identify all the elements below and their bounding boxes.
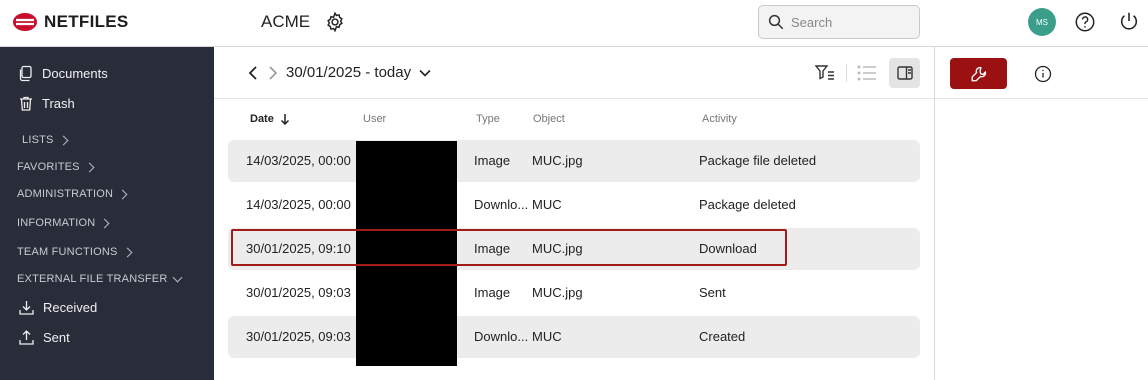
sidebar-section-favorites[interactable]: FAVORITES bbox=[17, 161, 95, 173]
cell-date: 14/03/2025, 00:00 bbox=[246, 197, 351, 212]
document-icon bbox=[19, 65, 32, 82]
chevron-right-icon bbox=[117, 189, 128, 199]
sidebar-section-external-file-transfer[interactable]: EXTERNAL FILE TRANSFER bbox=[17, 272, 182, 285]
sidebar-section-administration[interactable]: ADMINISTRATION bbox=[17, 188, 128, 200]
chevron-down-icon bbox=[419, 69, 431, 77]
chevron-right-icon bbox=[99, 218, 110, 228]
cell-object: MUC bbox=[532, 329, 562, 344]
user-avatar[interactable]: MS bbox=[1028, 8, 1056, 36]
sidebar-item-received[interactable]: Received bbox=[18, 299, 97, 316]
activity-log-panel: 30/01/2025 - today Date User Type Object bbox=[214, 47, 934, 380]
sidebar-item-label: Sent bbox=[43, 330, 70, 345]
table-row[interactable]: 14/03/2025, 00:00 Image MUC.jpg Package … bbox=[228, 140, 920, 182]
netfiles-logo-icon bbox=[13, 13, 37, 31]
detail-panel-toolbar bbox=[935, 47, 1148, 99]
search-box[interactable] bbox=[758, 5, 920, 39]
date-range-selector[interactable]: 30/01/2025 - today bbox=[286, 64, 431, 81]
side-panel-icon bbox=[896, 66, 913, 80]
cell-activity: Sent bbox=[699, 285, 726, 300]
column-type-header[interactable]: Type bbox=[476, 113, 500, 125]
column-object-header[interactable]: Object bbox=[533, 113, 565, 125]
sidebar-item-documents[interactable]: Documents bbox=[18, 65, 108, 82]
sidebar-section-lists[interactable]: LISTS bbox=[22, 134, 69, 146]
section-label: TEAM FUNCTIONS bbox=[17, 246, 118, 258]
cell-type: Image bbox=[474, 153, 511, 168]
cell-date: 30/01/2025, 09:03 bbox=[246, 329, 351, 344]
netfiles-logo[interactable]: NETFILES bbox=[12, 10, 129, 34]
chevron-left-icon[interactable] bbox=[246, 65, 260, 81]
arrow-down-icon bbox=[280, 114, 289, 125]
sidebar-section-information[interactable]: INFORMATION bbox=[17, 217, 110, 229]
info-icon[interactable] bbox=[1034, 65, 1052, 83]
section-label: FAVORITES bbox=[17, 161, 80, 173]
sidebar-item-sent[interactable]: Sent bbox=[18, 329, 70, 346]
cell-activity: Package file deleted bbox=[699, 153, 817, 168]
sidebar-item-trash[interactable]: Trash bbox=[18, 95, 75, 112]
cell-object: MUC.jpg bbox=[532, 285, 583, 300]
cell-type: Downlo... bbox=[474, 197, 529, 212]
brand-name: NETFILES bbox=[44, 12, 129, 31]
section-label: ADMINISTRATION bbox=[17, 188, 114, 200]
cell-date: 14/03/2025, 00:00 bbox=[246, 153, 351, 168]
cell-object: MUC bbox=[532, 197, 562, 212]
sidebar-section-team-functions[interactable]: TEAM FUNCTIONS bbox=[17, 246, 133, 258]
column-activity-header[interactable]: Activity bbox=[702, 113, 737, 125]
sidebar-item-label: Received bbox=[43, 300, 98, 315]
sidebar: Documents Trash LISTS FAVORITES ADMINIST… bbox=[0, 47, 214, 380]
sidebar-item-label: Documents bbox=[42, 66, 108, 81]
workspace-title[interactable]: ACME bbox=[261, 12, 310, 32]
toggle-detail-panel-button[interactable] bbox=[889, 58, 920, 88]
chevron-down-icon bbox=[172, 272, 182, 283]
top-bar: NETFILES ACME MS bbox=[0, 0, 1148, 47]
selected-row-highlight bbox=[231, 229, 787, 266]
cell-activity: Package deleted bbox=[699, 197, 796, 212]
cell-activity: Created bbox=[699, 329, 746, 344]
list-view-icon[interactable] bbox=[857, 64, 877, 82]
search-input[interactable] bbox=[791, 14, 911, 30]
chevron-right-icon bbox=[122, 247, 133, 257]
chevron-right-icon bbox=[58, 135, 69, 145]
cell-type: Image bbox=[474, 285, 511, 300]
logout-power-icon[interactable] bbox=[1118, 10, 1140, 32]
wrench-icon bbox=[971, 66, 986, 81]
date-toolbar: 30/01/2025 - today bbox=[214, 47, 934, 99]
column-label: Date bbox=[250, 113, 274, 125]
table-row[interactable]: 30/01/2025, 09:03 Image MUC.jpg Sent bbox=[228, 272, 920, 314]
upload-icon bbox=[19, 330, 34, 345]
column-user-header[interactable]: User bbox=[363, 113, 386, 125]
column-date-header[interactable]: Date bbox=[250, 113, 290, 125]
table-row[interactable]: 14/03/2025, 00:00 Downlo... MUC Package … bbox=[228, 184, 920, 226]
cell-type: Downlo... bbox=[474, 329, 529, 344]
sidebar-item-label: Trash bbox=[42, 96, 75, 111]
settings-gear-icon[interactable] bbox=[324, 11, 346, 33]
download-icon bbox=[19, 301, 34, 315]
date-range-label: 30/01/2025 - today bbox=[286, 64, 412, 81]
trash-icon bbox=[20, 96, 32, 111]
table-header: Date User Type Object Activity bbox=[214, 113, 934, 131]
cell-object: MUC.jpg bbox=[532, 153, 583, 168]
chevron-right-icon[interactable] bbox=[266, 65, 280, 81]
tools-button[interactable] bbox=[950, 58, 1007, 89]
cell-date: 30/01/2025, 09:03 bbox=[246, 285, 351, 300]
search-icon bbox=[768, 14, 784, 30]
section-label: INFORMATION bbox=[17, 217, 96, 229]
section-label: LISTS bbox=[22, 134, 54, 146]
table-row[interactable]: 30/01/2025, 09:03 Downlo... MUC Created bbox=[228, 316, 920, 358]
toolbar-divider bbox=[846, 64, 847, 82]
help-icon[interactable] bbox=[1074, 11, 1096, 33]
chevron-right-icon bbox=[84, 162, 95, 172]
detail-panel bbox=[934, 47, 1148, 380]
filter-icon[interactable] bbox=[815, 64, 835, 82]
section-label: EXTERNAL FILE TRANSFER bbox=[17, 273, 168, 285]
